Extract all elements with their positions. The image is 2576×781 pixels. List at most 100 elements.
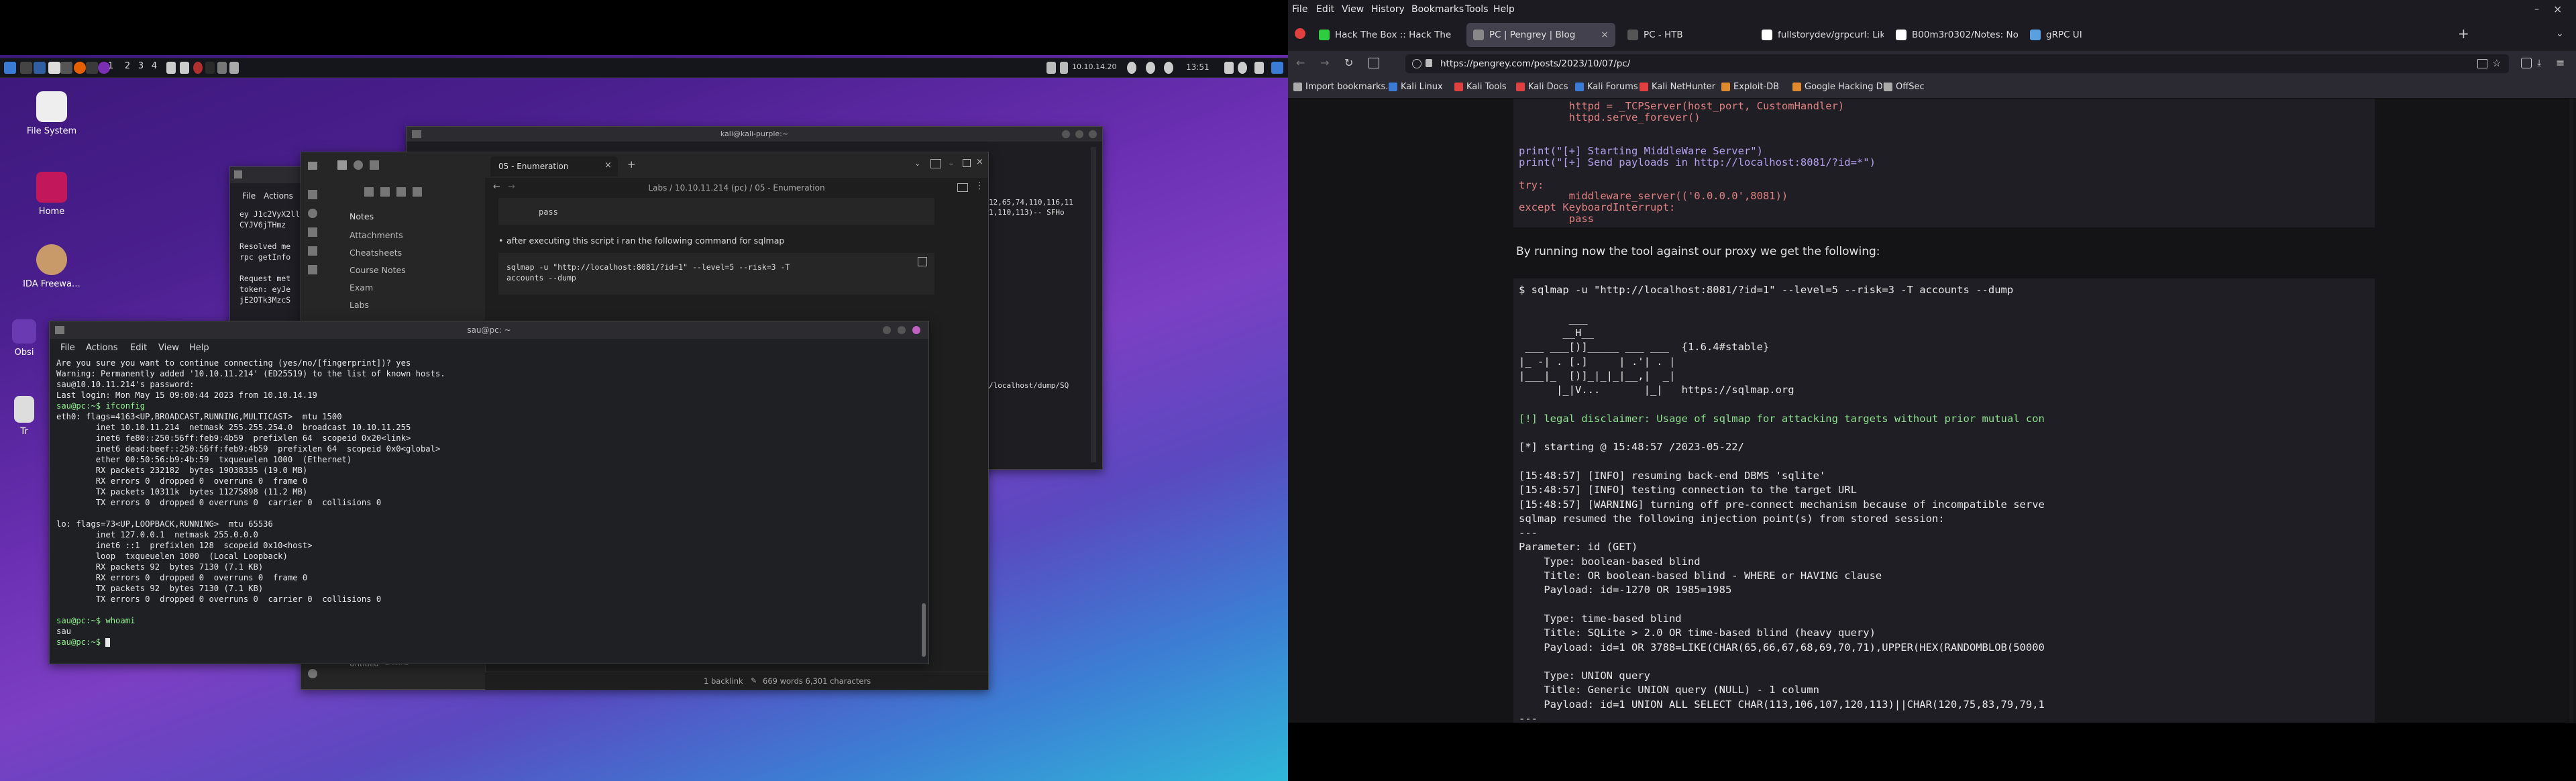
win-maximize-icon[interactable] (963, 159, 971, 167)
terminal-scrollbar[interactable] (922, 603, 926, 657)
tab-close-icon[interactable]: × (604, 160, 612, 170)
folder-labs[interactable]: Labs (350, 300, 369, 310)
bookmark-item[interactable]: Exploit-DB (1721, 82, 1779, 92)
network-icon[interactable] (1127, 62, 1136, 74)
tab-list-icon[interactable]: ⌄ (914, 159, 920, 168)
taskbar-folder-icon[interactable] (180, 62, 189, 74)
taskbar-app-icon[interactable] (217, 62, 227, 74)
kali-menu-icon[interactable] (4, 62, 16, 74)
search-icon[interactable] (354, 160, 363, 170)
win-minimize-icon[interactable]: – (949, 159, 953, 168)
bookmark-star-icon[interactable]: ☆ (2492, 57, 2501, 69)
tab-list-icon[interactable]: ⌄ (2556, 28, 2564, 39)
bookmark-item[interactable]: Google Hacking DB (1792, 82, 1889, 92)
menu-actions[interactable]: Actions (264, 191, 293, 201)
menu-bookmarks[interactable]: Bookmarks (1411, 4, 1464, 15)
terminal-output[interactable]: Are you sure you want to continue connec… (56, 358, 445, 647)
small-terminal-window[interactable]: File Actions ey J1c2VyX2ll CYJV6jTHmz Res… (229, 166, 311, 332)
taskbar-terminal-icon[interactable] (166, 62, 176, 74)
menu-tools[interactable]: Tools (1465, 4, 1489, 15)
desktop-icon-home[interactable]: Home (21, 172, 82, 217)
bookmark-item[interactable]: Kali Forums (1575, 82, 1638, 92)
forward-icon[interactable]: → (1320, 56, 1329, 69)
minimize-button[interactable] (883, 326, 891, 334)
window-icon[interactable] (34, 62, 46, 74)
show-desktop-icon[interactable] (20, 62, 32, 74)
menu-view[interactable]: View (1342, 4, 1364, 15)
menu-view[interactable]: View (158, 343, 179, 353)
menu-help[interactable]: Help (1493, 4, 1515, 15)
clock[interactable]: 13:51 (1186, 62, 1210, 72)
tab-close-icon[interactable]: × (1601, 23, 1609, 47)
active-window-icon[interactable] (1271, 62, 1283, 74)
settings-gear-icon[interactable] (308, 669, 317, 678)
window-menu-icon[interactable] (55, 326, 64, 334)
scrollbar[interactable] (1091, 147, 1096, 462)
reading-view-icon[interactable] (957, 183, 968, 192)
canvas-icon[interactable] (308, 227, 317, 237)
python-code-block[interactable]: httpd = _TCPServer(host_port, CustomHand… (1513, 99, 2375, 227)
files-icon[interactable] (308, 190, 317, 199)
bookmark-item[interactable]: Kali NetHunter (1640, 82, 1715, 92)
display-icon[interactable] (1046, 62, 1056, 74)
new-folder-icon[interactable] (380, 187, 390, 197)
window-close-icon[interactable]: × (2553, 3, 2562, 15)
notification-bell-icon[interactable] (1146, 62, 1155, 74)
bookmarks-icon[interactable] (370, 160, 379, 170)
reader-view-icon[interactable] (2477, 59, 2487, 68)
terminal-icon[interactable] (86, 62, 98, 74)
site-info-icon[interactable] (1412, 59, 1421, 68)
taskbar-firefox-icon[interactable] (193, 62, 203, 74)
url-text[interactable]: https://pengrey.com/posts/2023/10/07/pc/ (1440, 58, 1630, 69)
window-minimize-icon[interactable]: – (2534, 4, 2539, 15)
pocket-icon[interactable] (2521, 58, 2532, 68)
firefox-window[interactable]: File Edit View History Bookmarks Tools H… (1288, 0, 2576, 781)
hamburger-menu-icon[interactable]: ≡ (2556, 56, 2565, 69)
reload-icon[interactable]: ↻ (1344, 56, 1353, 69)
back-icon[interactable]: ← (1296, 56, 1305, 69)
bookmark-item[interactable]: Kali Docs (1516, 82, 1568, 92)
url-bar[interactable]: https://pengrey.com/posts/2023/10/07/pc/… (1405, 54, 2509, 73)
new-tab-icon[interactable]: + (2458, 25, 2469, 42)
new-tab-icon[interactable]: + (627, 158, 636, 170)
home-icon[interactable] (1368, 58, 1379, 68)
menu-help[interactable]: Help (189, 343, 209, 353)
edit-icon[interactable]: ✎ (751, 676, 757, 685)
code-block-sqlmap[interactable]: sqlmap -u "http://localhost:8081/?id=1" … (498, 253, 934, 295)
menu-history[interactable]: History (1371, 4, 1405, 15)
backlinks-count[interactable]: 1 backlink (704, 676, 743, 686)
power-menu-icon[interactable] (1254, 62, 1264, 74)
win-close-icon[interactable]: × (976, 157, 983, 167)
tab-enumeration[interactable]: 05 - Enumeration × (490, 156, 618, 176)
new-note-icon[interactable] (364, 187, 374, 197)
close-button[interactable] (1089, 130, 1097, 138)
blog-page[interactable]: httpd = _TCPServer(host_port, CustomHand… (1288, 99, 2576, 723)
menu-edit[interactable]: Edit (130, 343, 147, 353)
desktop-icon-trash[interactable]: Tr (4, 396, 44, 437)
taskbar-app2-icon[interactable] (229, 62, 239, 74)
lock-icon[interactable] (1224, 62, 1234, 74)
close-button[interactable] (912, 326, 920, 334)
menu-actions[interactable]: Actions (86, 343, 118, 353)
desktop-icon-obsidian[interactable]: Obsi (4, 319, 44, 358)
sort-icon[interactable] (396, 187, 406, 197)
window-menu-icon[interactable] (412, 130, 421, 138)
desktop-icon-ida[interactable]: IDA Freewa… (21, 244, 82, 289)
folder-course-notes[interactable]: Course Notes (350, 265, 406, 275)
browser-tab[interactable]: PC - HTB (1621, 23, 1750, 47)
file-explorer-icon[interactable] (337, 160, 347, 170)
browser-tab[interactable]: B00m3r0302/Notes: No (1889, 23, 2018, 47)
bookmark-item[interactable]: Import bookmarks… (1293, 82, 1394, 92)
minimize-button[interactable] (1062, 130, 1070, 138)
logout-icon[interactable] (1238, 62, 1247, 74)
terminal-plugin-icon[interactable] (308, 265, 317, 274)
maximize-button[interactable] (898, 326, 906, 334)
calendar-icon[interactable] (308, 246, 317, 256)
browser-tab[interactable]: PC | Pengrey | Blog × (1466, 23, 1615, 47)
downloads-icon[interactable]: ⤓ (2537, 58, 2541, 68)
workspace-1[interactable]: 1 (104, 61, 117, 71)
menu-edit[interactable]: Edit (1316, 4, 1334, 15)
vault-root-notes[interactable]: Notes (350, 211, 374, 221)
menu-file[interactable]: File (1292, 4, 1307, 15)
graph-icon[interactable] (308, 209, 317, 218)
